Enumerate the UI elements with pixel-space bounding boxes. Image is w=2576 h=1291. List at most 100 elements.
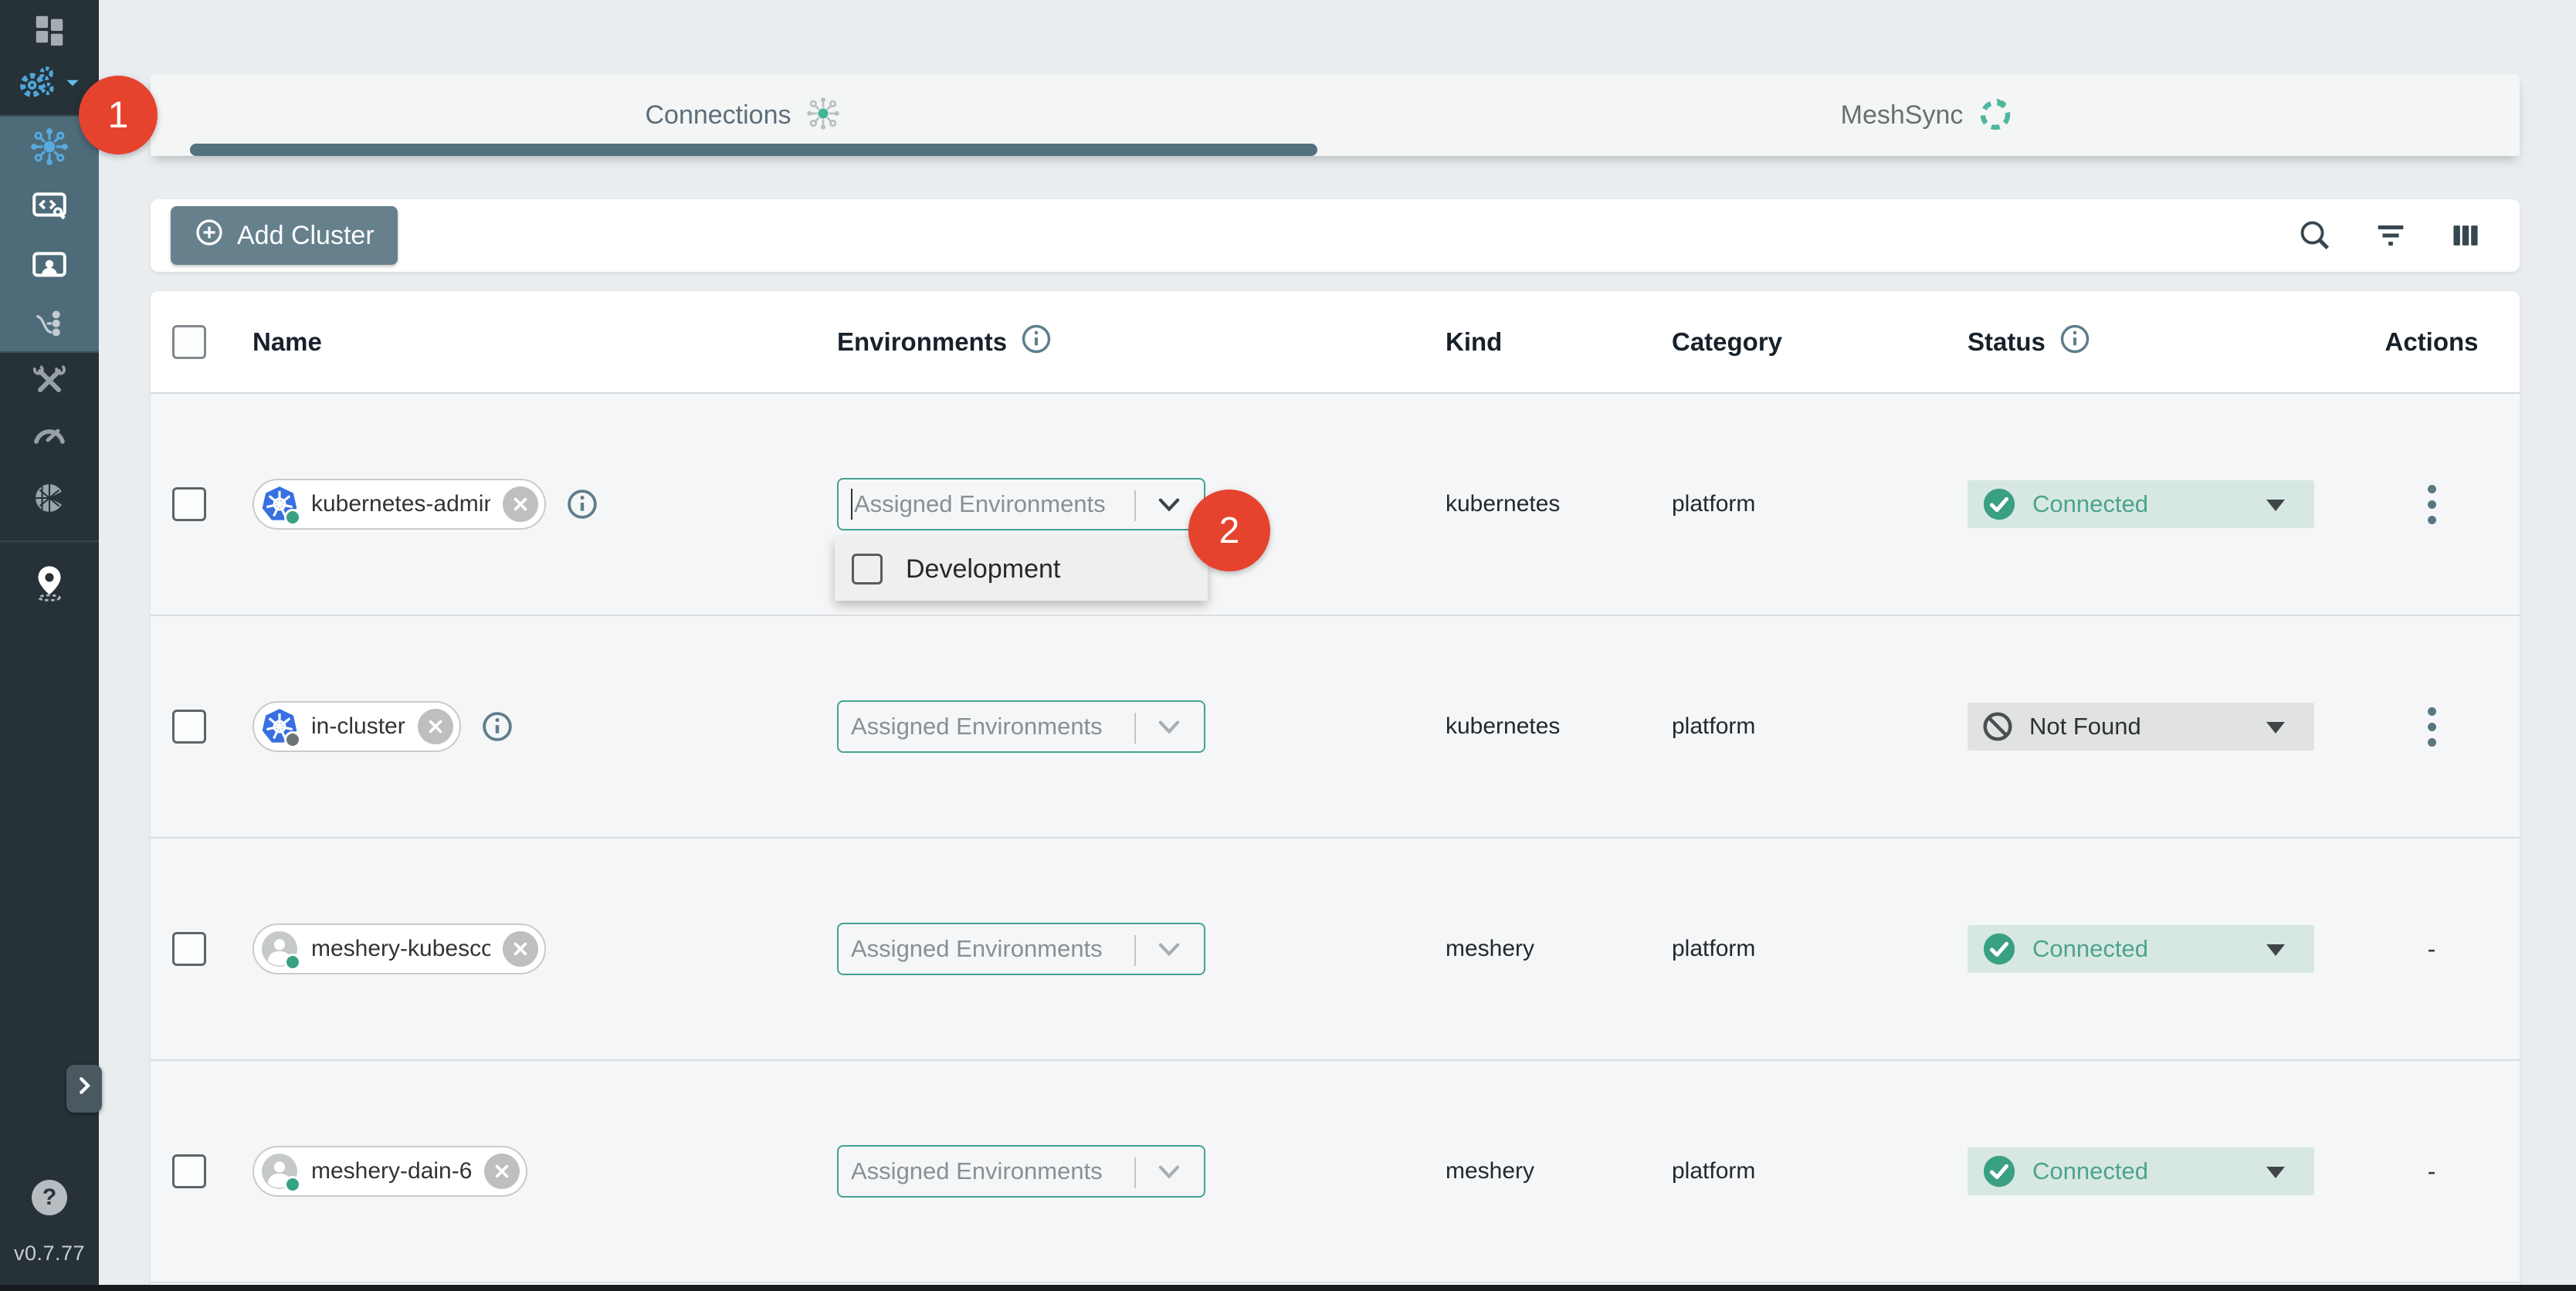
environments-select[interactable]: Assigned Environments (837, 478, 1205, 530)
environments-placeholder: Assigned Environments (854, 490, 1106, 518)
search-icon[interactable] (2297, 218, 2333, 253)
environments-cell: Assigned Environments (815, 923, 1421, 975)
chevron-right-icon (73, 1074, 96, 1104)
sidebar-expand-button[interactable] (66, 1065, 102, 1113)
sidebar-item-performance[interactable] (0, 415, 99, 454)
toolkit-wrenches-icon (31, 362, 68, 399)
kebab-menu-icon[interactable] (2423, 703, 2441, 751)
status-chip[interactable]: Connected (1968, 1147, 2314, 1195)
chip-status-dot (284, 954, 301, 971)
connection-info-icon[interactable] (564, 486, 600, 522)
category-cell: platform (1649, 936, 1942, 962)
status-label: Connected (2032, 1157, 2148, 1185)
view-columns-icon[interactable] (2449, 219, 2483, 252)
select-all-checkbox[interactable] (172, 325, 206, 359)
help-button[interactable]: ? (32, 1180, 67, 1215)
close-icon[interactable] (503, 486, 538, 522)
chip-status-dot (284, 509, 301, 526)
connection-name-label: in-cluster (311, 713, 405, 740)
chevron-down-icon[interactable] (1154, 716, 1184, 743)
add-cluster-label: Add Cluster (237, 221, 375, 251)
status-chip[interactable]: Not Found (1968, 703, 2314, 751)
actions-cell: - (2428, 935, 2436, 964)
column-header-name[interactable]: Name (228, 327, 815, 357)
connection-name-chip[interactable]: meshery-kubescop… (253, 923, 546, 974)
sidebar-item-designs[interactable] (0, 295, 99, 354)
column-header-status[interactable]: Status (1942, 322, 2344, 362)
status-dropdown-caret[interactable] (2266, 722, 2285, 734)
sidebar-item-profiles[interactable] (0, 235, 99, 295)
info-icon[interactable] (2058, 322, 2092, 362)
column-header-category[interactable]: Category (1649, 327, 1942, 357)
status-label: Not Found (2029, 713, 2141, 740)
select-divider (1134, 935, 1136, 966)
environments-select[interactable]: Assigned Environments (837, 923, 1205, 975)
connection-info-icon[interactable] (480, 709, 515, 744)
status-dropdown-caret[interactable] (2266, 944, 2285, 956)
info-icon[interactable] (1019, 322, 1053, 362)
row-checkbox[interactable] (172, 932, 206, 966)
sidebar: ? v0.7.77 (0, 0, 99, 1291)
connections-table: Name Environments Kind Category Status A… (151, 291, 2520, 1291)
environments-cell: Assigned Environments (815, 478, 1421, 530)
actions-cell: - (2428, 1157, 2436, 1186)
sidebar-item-get-involved[interactable] (0, 561, 99, 604)
connection-name-chip[interactable]: kubernetes-admin… (253, 479, 546, 530)
column-header-actions: Actions (2384, 327, 2478, 357)
status-chip[interactable]: Connected (1968, 480, 2314, 528)
chevron-down-icon[interactable] (1154, 1161, 1184, 1188)
connection-name-chip[interactable]: in-cluster (253, 701, 461, 752)
tabs-bar: Connections MeshSync (151, 74, 2520, 156)
app-version: v0.7.77 (0, 1242, 99, 1266)
add-cluster-button[interactable]: Add Cluster (171, 206, 398, 265)
filter-icon[interactable] (2373, 218, 2408, 253)
sidebar-item-adapters[interactable] (0, 176, 99, 235)
environments-cell: Assigned Environments (815, 700, 1421, 753)
sidebar-item-dashboard[interactable] (0, 11, 99, 49)
get-involved-pin-icon (29, 562, 69, 602)
status-dropdown-caret[interactable] (2266, 500, 2285, 511)
connection-name-chip[interactable]: meshery-dain-6 (253, 1146, 527, 1197)
environments-cell: Assigned Environments (815, 1145, 1421, 1198)
environment-option-checkbox[interactable] (852, 554, 883, 585)
row-checkbox[interactable] (172, 710, 206, 744)
column-header-kind[interactable]: Kind (1421, 327, 1649, 357)
category-cell: platform (1649, 491, 1942, 517)
text-cursor (851, 489, 852, 520)
table-tools (2297, 218, 2483, 253)
kebab-menu-icon[interactable] (2423, 480, 2441, 529)
select-divider (1134, 490, 1136, 521)
extensions-pie-icon (30, 479, 69, 517)
status-chip[interactable]: Connected (1968, 925, 2314, 973)
tab-meshsync[interactable]: MeshSync (1335, 74, 2520, 156)
environments-select[interactable]: Assigned Environments (837, 1145, 1205, 1198)
window-bottom-edge (0, 1285, 2576, 1291)
chevron-down-icon[interactable] (1154, 938, 1184, 965)
table-row: kubernetes-admin… Assigned Environments … (151, 394, 2520, 616)
sidebar-item-toolkit[interactable] (0, 361, 99, 400)
actions-dash: - (2428, 935, 2436, 963)
close-icon[interactable] (418, 709, 453, 744)
status-cell: Connected (1942, 1147, 2344, 1195)
table-rows: kubernetes-admin… Assigned Environments … (151, 394, 2520, 1291)
check-circle-icon (1981, 486, 2017, 522)
environment-option-label[interactable]: Development (906, 554, 1060, 585)
environments-select[interactable]: Assigned Environments (837, 700, 1205, 753)
prohibited-icon (1981, 710, 2014, 743)
profiles-screen-icon (30, 246, 69, 285)
close-icon[interactable] (484, 1154, 520, 1189)
adapters-code-icon (30, 187, 69, 225)
sidebar-item-extensions[interactable] (0, 477, 99, 519)
annotation-step-2-badge: 2 (1188, 490, 1270, 571)
close-icon[interactable] (503, 931, 538, 967)
status-dropdown-caret[interactable] (2266, 1167, 2285, 1178)
column-header-environments[interactable]: Environments (815, 322, 1421, 362)
row-checkbox[interactable] (172, 487, 206, 521)
row-checkbox[interactable] (172, 1154, 206, 1188)
status-cell: Not Found (1942, 703, 2344, 751)
chip-status-dot (284, 731, 301, 748)
name-cell: in-cluster (228, 701, 815, 752)
chevron-down-icon[interactable] (1154, 493, 1184, 520)
status-label: Connected (2032, 490, 2148, 518)
kind-cell: kubernetes (1421, 713, 1649, 740)
